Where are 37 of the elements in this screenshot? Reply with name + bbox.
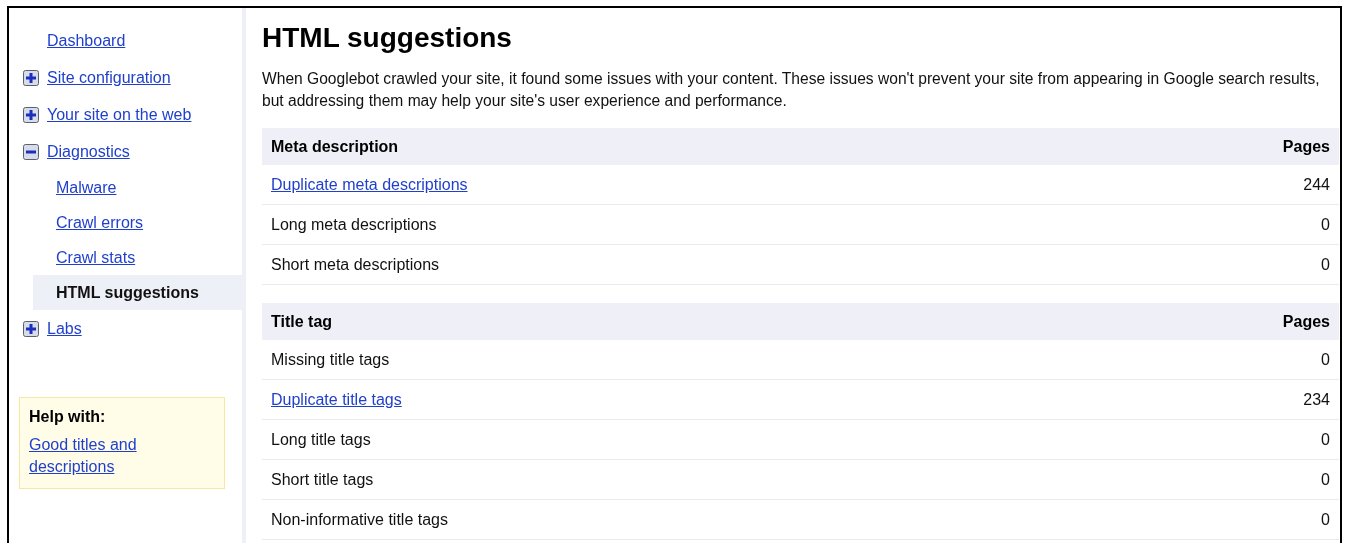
collapse-icon[interactable]	[23, 143, 39, 160]
column-header: Meta description	[271, 137, 399, 156]
nav-link[interactable]: Malware	[56, 178, 117, 197]
help-link[interactable]: Good titles and descriptions	[29, 434, 214, 478]
issue-label: Short meta descriptions	[271, 255, 440, 274]
page-count: 0	[1321, 430, 1330, 449]
issue-label: Long meta descriptions	[271, 215, 437, 234]
nav-link[interactable]: Labs	[47, 319, 82, 338]
expand-icon[interactable]	[23, 69, 39, 86]
issue-label: Short title tags	[271, 470, 374, 489]
nav-link[interactable]: Diagnostics	[47, 142, 130, 161]
page-count: 0	[1321, 255, 1330, 274]
nav-link[interactable]: Dashboard	[47, 31, 126, 50]
issue-label: Long title tags	[271, 430, 371, 449]
page-count: 0	[1321, 510, 1330, 529]
page-count: 0	[1321, 470, 1330, 489]
page-count: 234	[1303, 390, 1330, 409]
issue-label: Missing title tags	[271, 350, 390, 369]
nav-link[interactable]: Your site on the web	[47, 105, 192, 124]
selected-nav-item[interactable]: HTML suggestions	[33, 275, 242, 310]
nav-link[interactable]: Site configuration	[47, 68, 171, 87]
intro-text: When Googlebot crawled your site, it found some issues with your content. These issues won't prevent your site from appearing in Google search results, but addressing them may help your site's user experience and performance.	[262, 69, 1321, 111]
column-header: Title tag	[271, 312, 333, 331]
column-header: Pages	[1282, 312, 1330, 331]
column-header: Pages	[1282, 137, 1330, 156]
nav-link[interactable]: Crawl errors	[56, 213, 144, 232]
issue-link[interactable]: Duplicate title tags	[271, 390, 402, 409]
page-count: 0	[1321, 350, 1330, 369]
issue-link[interactable]: Duplicate meta descriptions	[271, 175, 468, 194]
page-count: 0	[1321, 215, 1330, 234]
expand-icon[interactable]	[23, 106, 39, 123]
issue-label: Non-informative title tags	[271, 510, 448, 529]
expand-icon[interactable]	[23, 320, 39, 337]
page-count: 244	[1303, 175, 1330, 194]
nav-link[interactable]: Crawl stats	[56, 248, 136, 267]
help-title: Help with:	[29, 408, 107, 426]
page-title: HTML suggestions	[262, 22, 513, 54]
